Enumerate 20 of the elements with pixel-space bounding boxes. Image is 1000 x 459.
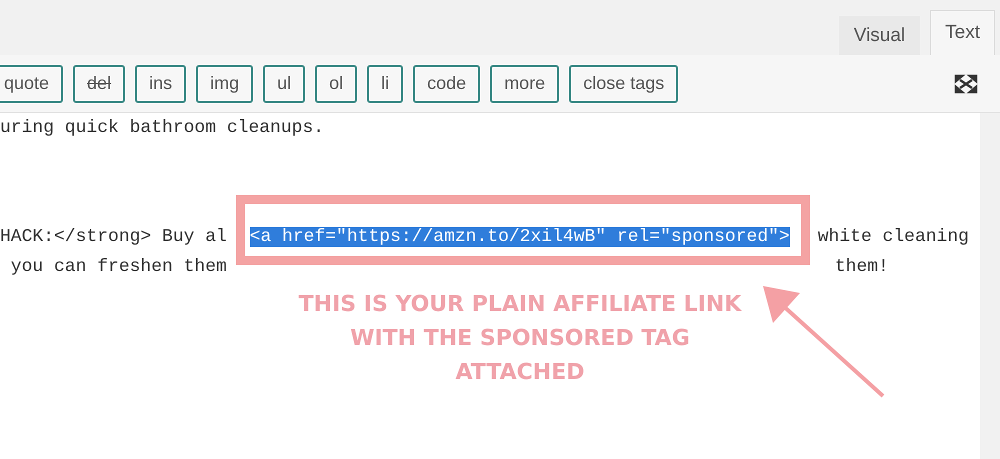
code-text: uring quick bathroom cleanups.	[0, 118, 324, 138]
quicktag-button[interactable]: del	[73, 64, 126, 102]
editor-tab[interactable]: Visual	[838, 16, 920, 55]
annotation-text: THIS IS YOUR PLAIN AFFILIATE LINK WITH THE SPONSORED TAG ATTACHED	[298, 291, 743, 387]
code-text: you can freshen them	[10, 257, 227, 277]
code-text: HACK:</strong> Buy al	[0, 227, 228, 247]
editor-tab[interactable]: Text	[930, 10, 995, 55]
fullscreen-icon[interactable]	[954, 74, 978, 94]
quicktag-button[interactable]: ol	[315, 64, 358, 102]
quicktag-button[interactable]: code	[413, 64, 480, 102]
quicktag-button[interactable]: li	[367, 64, 404, 102]
code-text: them!	[834, 257, 889, 277]
selected-code: <a href="https://amzn.to/2xil4wB" rel="sponsored">	[250, 227, 790, 247]
quicktag-button[interactable]: quote	[0, 64, 64, 102]
quicktag-button[interactable]: ul	[263, 64, 306, 102]
quicktag-button[interactable]: more	[490, 64, 560, 102]
code-text: white cleaning	[818, 227, 969, 247]
quicktag-button[interactable]: ins	[135, 64, 186, 102]
quicktag-button[interactable]: close tags	[569, 64, 678, 102]
quicktag-button[interactable]: img	[196, 64, 254, 102]
